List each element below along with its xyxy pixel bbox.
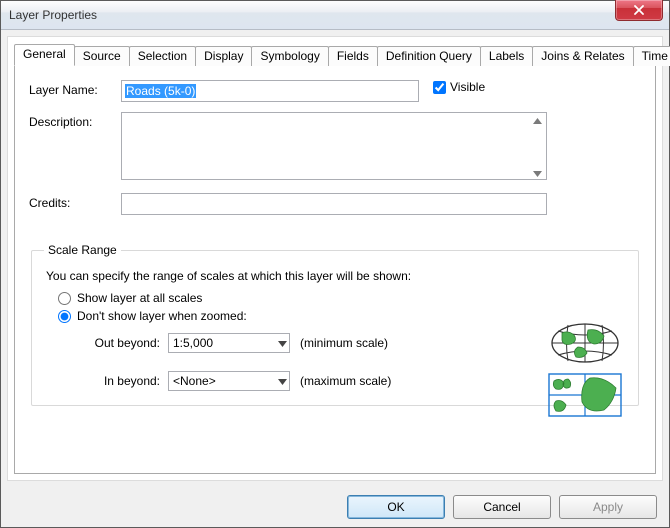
out-beyond-combo[interactable]: 1:5,000 — [168, 333, 290, 353]
in-beyond-label: In beyond: — [80, 374, 168, 388]
scale-range-help: You can specify the range of scales at w… — [46, 269, 626, 283]
titlebar: Layer Properties — [1, 1, 669, 30]
tab-symbology[interactable]: Symbology — [251, 46, 328, 66]
apply-button[interactable]: Apply — [559, 495, 657, 519]
row-credits: Credits: — [29, 193, 641, 215]
description-textarea[interactable] — [121, 112, 547, 180]
close-icon — [633, 5, 645, 15]
in-beyond-hint: (maximum scale) — [300, 374, 391, 388]
tab-definition-query[interactable]: Definition Query — [377, 46, 481, 66]
row-description: Description: — [29, 112, 641, 183]
layer-name-input[interactable]: Roads (5k-0) — [121, 80, 419, 102]
out-beyond-label: Out beyond: — [80, 336, 168, 350]
chevron-down-icon — [278, 374, 287, 388]
tab-general[interactable]: General — [14, 44, 75, 66]
tab-panel-general: Layer Name: Roads (5k-0) Visible Descrip… — [14, 65, 656, 474]
row-out-beyond: Out beyond: 1:5,000 (minimum scale) — [80, 333, 626, 353]
client-area: GeneralSourceSelectionDisplaySymbologyFi… — [7, 36, 663, 481]
dialog-window: Layer Properties GeneralSourceSelectionD… — [0, 0, 670, 528]
visible-label: Visible — [450, 80, 485, 94]
layer-name-label: Layer Name: — [29, 80, 121, 97]
radio-dont-show-label: Don't show layer when zoomed: — [77, 309, 247, 323]
radio-dont-show-input[interactable] — [58, 310, 71, 323]
map-icon — [548, 373, 622, 417]
radio-show-all-label: Show layer at all scales — [77, 291, 202, 305]
scale-range-legend: Scale Range — [44, 243, 121, 257]
radio-show-all-scales: Show layer at all scales — [58, 291, 626, 305]
visible-checkbox[interactable] — [433, 81, 446, 94]
out-beyond-value: 1:5,000 — [173, 336, 213, 350]
row-in-beyond: In beyond: <None> (maximum scale) — [80, 371, 626, 391]
cancel-button[interactable]: Cancel — [453, 495, 551, 519]
scale-range-group: Scale Range You can specify the range of… — [31, 243, 639, 406]
chevron-down-icon — [278, 336, 287, 350]
radio-dont-show-zoomed: Don't show layer when zoomed: — [58, 309, 626, 323]
out-beyond-hint: (minimum scale) — [300, 336, 388, 350]
dialog-button-row: OK Cancel Apply — [1, 487, 669, 527]
tab-joins-relates[interactable]: Joins & Relates — [532, 46, 633, 66]
radio-show-all-input[interactable] — [58, 292, 71, 305]
globe-icon — [548, 321, 622, 365]
credits-input[interactable] — [121, 193, 547, 215]
scale-range-images — [548, 321, 622, 417]
close-button[interactable] — [615, 0, 663, 21]
tab-labels[interactable]: Labels — [480, 46, 533, 66]
visible-checkbox-wrap: Visible — [433, 80, 485, 94]
window-title: Layer Properties — [9, 8, 97, 22]
layer-name-value: Roads (5k-0) — [125, 84, 196, 98]
tab-selection[interactable]: Selection — [129, 46, 196, 66]
row-layer-name: Layer Name: Roads (5k-0) Visible — [29, 80, 641, 102]
description-label: Description: — [29, 112, 121, 129]
tab-strip: GeneralSourceSelectionDisplaySymbologyFi… — [8, 37, 662, 65]
in-beyond-combo[interactable]: <None> — [168, 371, 290, 391]
tab-fields[interactable]: Fields — [328, 46, 378, 66]
ok-button[interactable]: OK — [347, 495, 445, 519]
in-beyond-value: <None> — [173, 374, 216, 388]
credits-label: Credits: — [29, 193, 121, 210]
tab-display[interactable]: Display — [195, 46, 252, 66]
tab-source[interactable]: Source — [74, 46, 130, 66]
tab-time[interactable]: Time — [633, 46, 670, 66]
description-wrap — [121, 112, 547, 183]
